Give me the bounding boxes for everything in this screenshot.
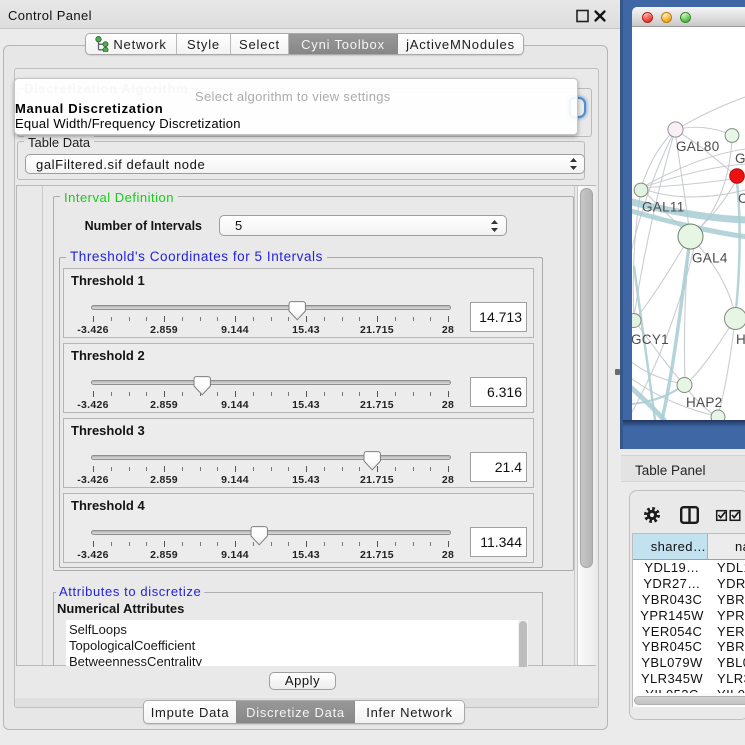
svg-text:GCY1: GCY1 [632, 332, 669, 347]
svg-text:C: C [738, 191, 745, 206]
svg-text:GAL80: GAL80 [676, 139, 720, 154]
svg-text:H: H [736, 332, 745, 347]
svg-text:GA: GA [735, 151, 745, 166]
svg-text:GAL11: GAL11 [642, 200, 685, 215]
svg-text:GAL4: GAL4 [692, 251, 728, 266]
svg-text:HAP2: HAP2 [686, 395, 722, 410]
